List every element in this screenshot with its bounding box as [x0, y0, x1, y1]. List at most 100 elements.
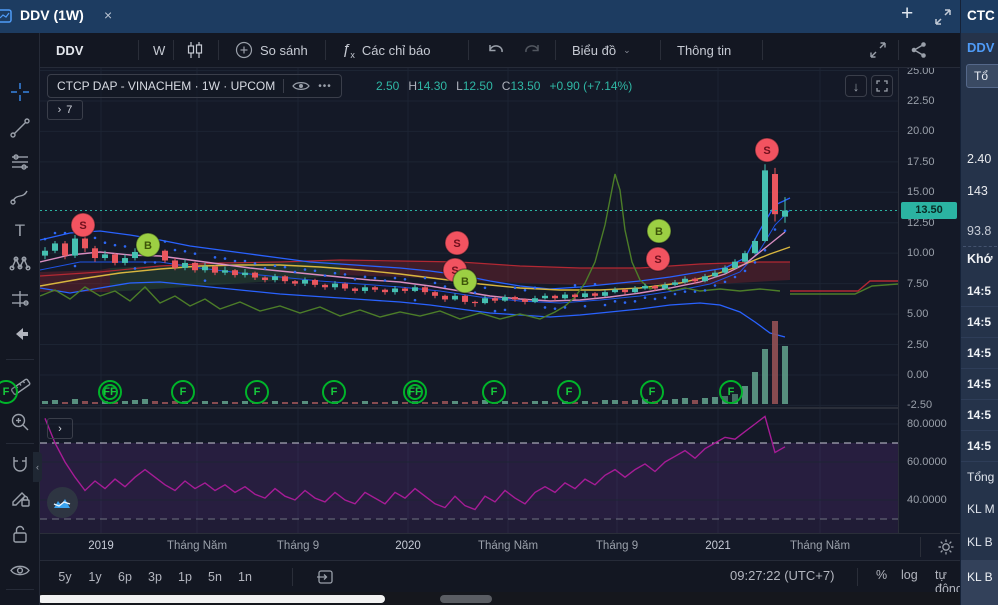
stat-value: 2.40 [967, 152, 991, 166]
log-scale-button[interactable]: log [901, 568, 918, 582]
eye-icon[interactable] [7, 557, 33, 583]
range-button-3p[interactable]: 3p [142, 567, 168, 587]
indicators-collapse-button[interactable]: ›7 [47, 100, 83, 120]
share-button[interactable] [910, 33, 928, 67]
trade-time-row[interactable]: 14:5 [961, 276, 998, 307]
time-tick-label: Tháng 9 [277, 540, 319, 552]
arrow-left-icon[interactable] [7, 321, 33, 347]
indicator-pane-collapse-button[interactable]: › [47, 418, 73, 439]
event-flag[interactable]: F [245, 380, 269, 404]
symbol-legend[interactable]: CTCP DAP - VINACHEM · 1W · UPCOM ••• [47, 74, 342, 98]
scrollbar-thumb[interactable] [38, 595, 385, 603]
sell-signal-badge[interactable]: S [453, 238, 460, 250]
event-flag[interactable]: FF [403, 380, 427, 404]
last-price-label: 13.50 [901, 202, 957, 219]
go-to-date-button[interactable] [312, 567, 338, 587]
clock-utc-label[interactable]: 09:27:22 (UTC+7) [730, 568, 834, 583]
zoom-in-icon[interactable] [7, 409, 33, 435]
sell-signal-badge[interactable]: S [763, 145, 770, 157]
forecast-icon[interactable] [7, 286, 33, 312]
compare-plus-icon [235, 41, 253, 59]
fullscreen-button[interactable] [868, 33, 888, 67]
undo-button[interactable] [486, 33, 506, 67]
chart-layout-menu[interactable]: Biểu đồ⌄ [572, 33, 631, 67]
buy-signal-badge[interactable]: B [461, 276, 469, 288]
brush-icon[interactable] [7, 183, 33, 209]
trade-time-row[interactable]: 14:5 [961, 338, 998, 369]
panel-footer-row[interactable]: KL B [961, 560, 998, 605]
redo-icon [522, 42, 542, 58]
price-tick-label: 2.50 [907, 339, 928, 351]
chart-tab-title[interactable]: DDV (1W) [20, 7, 84, 23]
event-flag[interactable]: F [171, 380, 195, 404]
edit-lock-icon[interactable] [7, 485, 33, 511]
crosshair-icon[interactable] [7, 79, 33, 105]
axis-settings-button[interactable] [920, 537, 960, 557]
ohlc-token: L12.50 [456, 79, 493, 93]
company-name-label: CTC [967, 8, 995, 23]
event-flag[interactable]: F [557, 380, 581, 404]
event-flag[interactable]: F [640, 380, 664, 404]
event-flag[interactable]: F [719, 380, 743, 404]
event-flag[interactable]: FF [98, 380, 122, 404]
trash-icon[interactable] [7, 599, 33, 605]
sidebar-collapse-handle[interactable]: ‹ [33, 452, 42, 482]
ticker-link[interactable]: DDV [967, 40, 994, 55]
fib-tools-icon[interactable] [7, 149, 33, 175]
interval-button[interactable]: W [153, 33, 165, 67]
ohlc-token: C13.50 [502, 79, 541, 93]
range-button-1y[interactable]: 1y [82, 567, 108, 587]
trade-time-row[interactable]: 14:5 [961, 307, 998, 338]
xabcd-pattern-icon[interactable] [7, 251, 33, 277]
scroll-to-recent-button[interactable]: ↓ [845, 75, 867, 97]
add-chart-icon[interactable]: + [901, 2, 913, 26]
window-tab-bar: DDV (1W) × + [0, 0, 962, 33]
range-button-1n[interactable]: 1n [232, 567, 258, 587]
magnet-icon[interactable] [7, 451, 33, 477]
ohlc-readout: 2.50H14.30L12.50C13.50+0.90 (+7.14%) [376, 74, 632, 98]
buy-signal-badge[interactable]: B [144, 240, 152, 252]
range-button-5y[interactable]: 5y [52, 567, 78, 587]
sell-signal-badge[interactable]: S [79, 220, 86, 232]
indicator-tick-label: 60.0000 [907, 456, 947, 468]
symbol-search-button[interactable]: DDV [56, 33, 83, 67]
eye-visibility-icon[interactable] [292, 80, 310, 92]
trade-time-row[interactable]: 14:5 [961, 369, 998, 400]
trade-time-row[interactable]: 14:5 [961, 431, 998, 462]
trend-line-icon[interactable] [7, 115, 33, 141]
chart-style-button[interactable] [186, 33, 204, 67]
price-tick-label: 20.00 [907, 125, 935, 137]
overview-tab[interactable]: Tổ [966, 64, 998, 88]
compare-button[interactable]: So sánh [235, 33, 308, 67]
trading-terminal: SBSSBBSS DDV (1W) × + DDV W [0, 0, 998, 605]
trade-time-row[interactable]: 14:5 [961, 400, 998, 431]
maximize-pane-button[interactable] [871, 75, 893, 97]
candlestick-style-icon [186, 41, 204, 59]
scrollbar-thumb-secondary[interactable] [440, 595, 492, 603]
sell-signal-badge[interactable]: S [654, 254, 661, 266]
legend-more-icon[interactable]: ••• [318, 81, 332, 92]
expand-window-icon[interactable] [934, 8, 952, 26]
time-tick-label: Tháng Năm [790, 540, 850, 552]
tab-close-icon[interactable]: × [104, 7, 112, 23]
price-axis[interactable]: 25.0022.5020.0017.5015.0012.5010.007.505… [898, 68, 962, 533]
drawing-tools-sidebar: T [0, 33, 40, 605]
text-icon[interactable]: T [7, 217, 33, 243]
event-flag[interactable]: F [322, 380, 346, 404]
indicator-tick-label: 40.0000 [907, 494, 947, 506]
time-tick-label: Tháng 9 [596, 540, 638, 552]
indicators-button[interactable]: ƒx Các chỉ báo [342, 33, 431, 67]
range-button-1p[interactable]: 1p [172, 567, 198, 587]
sell-volume-row-label: KL B [967, 535, 993, 549]
range-button-5n[interactable]: 5n [202, 567, 228, 587]
percent-scale-button[interactable]: % [876, 568, 887, 582]
time-tick-label: 2020 [395, 540, 421, 552]
lock-icon[interactable] [7, 521, 33, 547]
redo-button[interactable] [522, 33, 542, 67]
buy-signal-badge[interactable]: B [655, 226, 663, 238]
info-button[interactable]: Thông tin [677, 33, 731, 67]
event-flag[interactable]: F [482, 380, 506, 404]
go-to-date-icon [316, 569, 334, 585]
time-axis[interactable]: 2019Tháng NămTháng 92020Tháng NămTháng 9… [40, 533, 962, 560]
range-button-6p[interactable]: 6p [112, 567, 138, 587]
